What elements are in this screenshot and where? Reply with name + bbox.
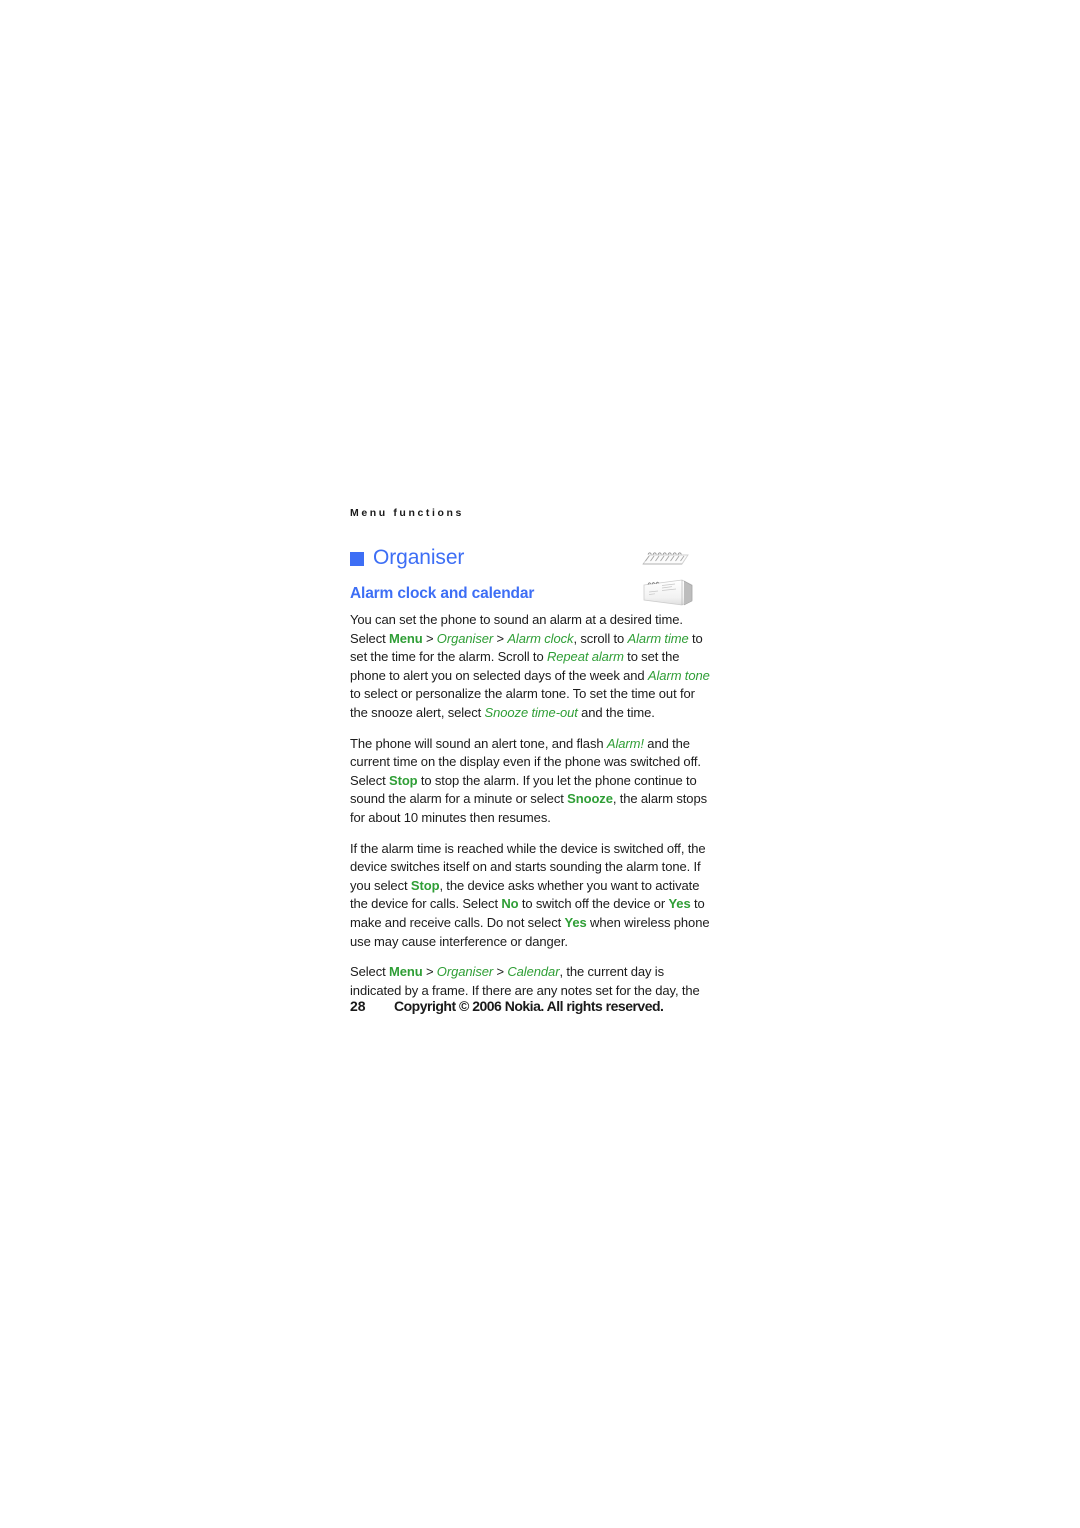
menu-path-separator: > bbox=[422, 630, 437, 646]
ui-softkey-term: Stop bbox=[410, 877, 440, 893]
ui-softkey-term: Snooze bbox=[567, 791, 613, 807]
ui-menu-term: Organiser bbox=[436, 630, 494, 646]
body-paragraph: Select Menu > Organiser > Calendar, the … bbox=[350, 964, 700, 998]
page-number: 28 bbox=[350, 998, 366, 1014]
ui-menu-term: Calendar bbox=[507, 964, 560, 980]
document-page: Menu functions Organiser Alarm clock and… bbox=[0, 0, 1080, 1528]
ui-menu-term: Snooze time-out bbox=[484, 704, 578, 720]
chapter-title: Organiser bbox=[373, 546, 465, 569]
ui-softkey-term: Menu bbox=[388, 630, 423, 646]
ui-softkey-term: Yes bbox=[564, 914, 587, 930]
chapter-heading: Organiser bbox=[350, 546, 712, 570]
blue-square-bullet-icon bbox=[350, 552, 364, 566]
ui-menu-term: Organiser bbox=[436, 964, 494, 980]
page-footer: 28 Copyright © 2006 Nokia. All rights re… bbox=[350, 998, 712, 1014]
menu-path-separator: > bbox=[493, 964, 508, 980]
menu-path-separator: > bbox=[422, 964, 437, 980]
ui-softkey-term: No bbox=[501, 896, 519, 912]
ui-menu-term: Repeat alarm bbox=[546, 649, 624, 665]
ui-softkey-term: Menu bbox=[388, 964, 423, 980]
menu-path-separator: > bbox=[493, 630, 508, 646]
ui-menu-term: Alarm tone bbox=[647, 667, 710, 683]
ui-softkey-term: Stop bbox=[388, 772, 418, 788]
body-paragraph: If the alarm time is reached while the d… bbox=[350, 840, 710, 949]
ui-menu-term: Alarm clock bbox=[507, 630, 574, 646]
body-paragraph: The phone will sound an alert tone, and … bbox=[350, 735, 708, 825]
ui-menu-term: Alarm time bbox=[627, 630, 689, 646]
copyright-notice: Copyright © 2006 Nokia. All rights reser… bbox=[394, 998, 664, 1014]
page-content: Menu functions Organiser Alarm clock and… bbox=[350, 506, 712, 1000]
ui-softkey-term: Yes bbox=[668, 896, 691, 912]
section-heading: Alarm clock and calendar bbox=[350, 585, 535, 602]
running-header: Menu functions bbox=[350, 507, 464, 519]
body-paragraph: You can set the phone to sound an alarm … bbox=[350, 612, 710, 720]
ui-menu-term: Alarm! bbox=[606, 735, 644, 751]
